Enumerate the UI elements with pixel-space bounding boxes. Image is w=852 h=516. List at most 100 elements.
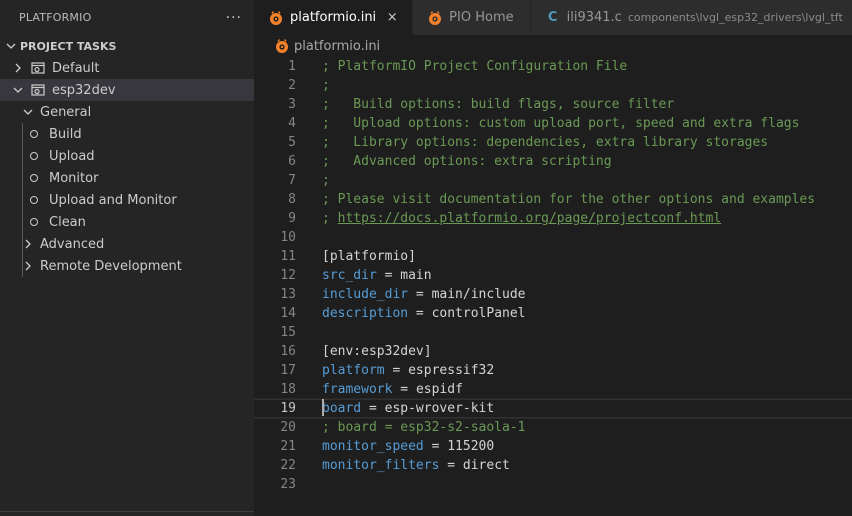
- comment-text: ; board = esp32-s2-saola-1: [322, 420, 526, 435]
- line-content: framework = espidf: [322, 380, 463, 399]
- code-editor[interactable]: 1 ; PlatformIO Project Configuration File…: [253, 57, 852, 516]
- documentation-link[interactable]: https://docs.platformio.org/page/project…: [338, 211, 722, 226]
- config-value: direct: [462, 458, 510, 473]
- config-key: description: [322, 306, 409, 321]
- tab-platformio-ini[interactable]: platformio.ini ×: [254, 0, 414, 35]
- equals-sign: =: [423, 439, 448, 454]
- code-line[interactable]: 9; https://docs.platformio.org/page/proj…: [254, 209, 852, 228]
- line-number: 15: [280, 325, 296, 340]
- breadcrumb-file[interactable]: platformio.ini: [294, 39, 380, 54]
- line-number: 9: [288, 211, 296, 226]
- code-line[interactable]: 21 monitor_speed = 115200: [254, 437, 852, 456]
- line-content: board = esp-wrover-kit: [322, 399, 494, 418]
- code-line[interactable]: 6 ; Advanced options: extra scripting: [254, 152, 852, 171]
- task-clean[interactable]: Clean: [0, 211, 254, 233]
- tab-bar: platformio.ini × PIO Home C ili9341.c co…: [254, 0, 852, 35]
- project-tasks-header[interactable]: PROJECT TASKS: [0, 35, 254, 57]
- tree-label: Upload: [49, 148, 95, 164]
- tree-group-remote-development[interactable]: Remote Development: [0, 255, 254, 277]
- line-content: [platformio]: [322, 247, 416, 266]
- environment-icon: [30, 82, 46, 98]
- vscode-window: PLATFORMIO ··· PROJECT TASKS Default esp…: [0, 0, 852, 516]
- line-number: 13: [280, 287, 296, 302]
- tab-label: ili9341.c: [566, 10, 622, 25]
- equals-sign: =: [408, 287, 432, 302]
- line-content: ; Build options: build flags, source fil…: [322, 95, 674, 114]
- task-upload-and-monitor[interactable]: Upload and Monitor: [0, 189, 254, 211]
- code-line[interactable]: 14 description = controlPanel: [254, 304, 852, 323]
- line-content: ; PlatformIO Project Configuration File: [322, 57, 627, 76]
- code-line[interactable]: 3 ; Build options: build flags, source fi…: [254, 95, 852, 114]
- code-line[interactable]: 4 ; Upload options: custom upload port, s…: [254, 114, 852, 133]
- line-content: ; board = esp32-s2-saola-1: [322, 418, 526, 437]
- text-cursor: [322, 399, 324, 416]
- line-content: monitor_speed = 115200: [322, 437, 494, 456]
- more-actions-icon[interactable]: ···: [226, 10, 242, 26]
- code-line[interactable]: 19 board = esp-wrover-kit: [253, 398, 852, 419]
- tab-pio-home[interactable]: PIO Home: [413, 0, 531, 35]
- line-content: ;: [322, 171, 330, 190]
- platformio-icon: [268, 10, 284, 26]
- tree-label: General: [40, 104, 92, 120]
- code-line[interactable]: 5 ; Library options: dependencies, extra …: [254, 133, 852, 152]
- line-content: ; Advanced options: extra scripting: [322, 152, 612, 171]
- line-number: 14: [280, 306, 296, 321]
- tree-label: Remote Development: [40, 258, 182, 274]
- code-line[interactable]: 11 [platformio]: [254, 247, 852, 266]
- tab-ili9341-c[interactable]: C ili9341.c components\lvgl_esp32_driver…: [530, 0, 852, 35]
- code-line[interactable]: 17 platform = espressif32: [254, 361, 852, 380]
- tree-env-default[interactable]: Default: [0, 57, 254, 79]
- code-line[interactable]: 10: [254, 228, 852, 247]
- line-number: 19: [280, 401, 296, 416]
- line-number: 11: [280, 249, 296, 264]
- platformio-icon: [427, 10, 443, 26]
- close-icon[interactable]: ×: [384, 10, 400, 25]
- code-line[interactable]: 1 ; PlatformIO Project Configuration File: [254, 57, 852, 76]
- code-line[interactable]: 13 include_dir = main/include: [254, 285, 852, 304]
- code-line[interactable]: 22 monitor_filters = direct: [254, 456, 852, 475]
- task-circle-icon: [30, 174, 38, 182]
- line-number: 20: [280, 420, 296, 435]
- code-line[interactable]: 15: [254, 323, 852, 342]
- tree-label: Advanced: [40, 236, 105, 252]
- task-build[interactable]: Build: [0, 123, 254, 145]
- tab-label: PIO Home: [449, 10, 514, 25]
- task-monitor[interactable]: Monitor: [0, 167, 254, 189]
- tree-env-esp32dev[interactable]: esp32dev: [0, 79, 254, 101]
- line-content: ; Upload options: custom upload port, sp…: [322, 114, 799, 133]
- comment-text: ; Upload options: custom upload port, sp…: [322, 116, 800, 131]
- code-line[interactable]: 18 framework = espidf: [254, 380, 852, 399]
- line-number: 21: [280, 439, 296, 454]
- chevron-right-icon: [10, 60, 26, 76]
- code-line[interactable]: 7;: [254, 171, 852, 190]
- line-number: 23: [280, 477, 296, 492]
- task-circle-icon: [30, 152, 38, 160]
- line-number: 4: [288, 116, 296, 131]
- code-line[interactable]: 8 ; Please visit documentation for the ot…: [254, 190, 852, 209]
- line-content: [env:esp32dev]: [322, 342, 432, 361]
- line-content: description = controlPanel: [322, 304, 526, 323]
- c-file-icon: C: [547, 10, 558, 25]
- task-upload[interactable]: Upload: [0, 145, 254, 167]
- line-number: 22: [280, 458, 296, 473]
- code-line[interactable]: 23: [254, 475, 852, 494]
- line-number: 17: [280, 363, 296, 378]
- line-content: ;: [322, 76, 330, 95]
- config-value: espidf: [415, 382, 463, 397]
- code-line[interactable]: 2;: [254, 76, 852, 95]
- code-line[interactable]: 16 [env:esp32dev]: [254, 342, 852, 361]
- comment-text: ; Advanced options: extra scripting: [322, 154, 612, 169]
- sidebar-title: PLATFORMIO: [19, 11, 92, 24]
- config-key: platform: [322, 363, 385, 378]
- line-content: src_dir = main: [322, 266, 432, 285]
- task-circle-icon: [30, 218, 38, 226]
- tree-group-general[interactable]: General: [0, 101, 254, 123]
- line-number: 18: [280, 382, 296, 397]
- chevron-down-icon: [10, 82, 26, 98]
- comment-text: ; Build options: build flags, source fil…: [322, 97, 675, 112]
- tree-label: Build: [49, 126, 82, 142]
- tree-group-advanced[interactable]: Advanced: [0, 233, 254, 255]
- code-line[interactable]: 12 src_dir = main: [254, 266, 852, 285]
- code-line[interactable]: 20 ; board = esp32-s2-saola-1: [254, 418, 852, 437]
- task-circle-icon: [30, 130, 38, 138]
